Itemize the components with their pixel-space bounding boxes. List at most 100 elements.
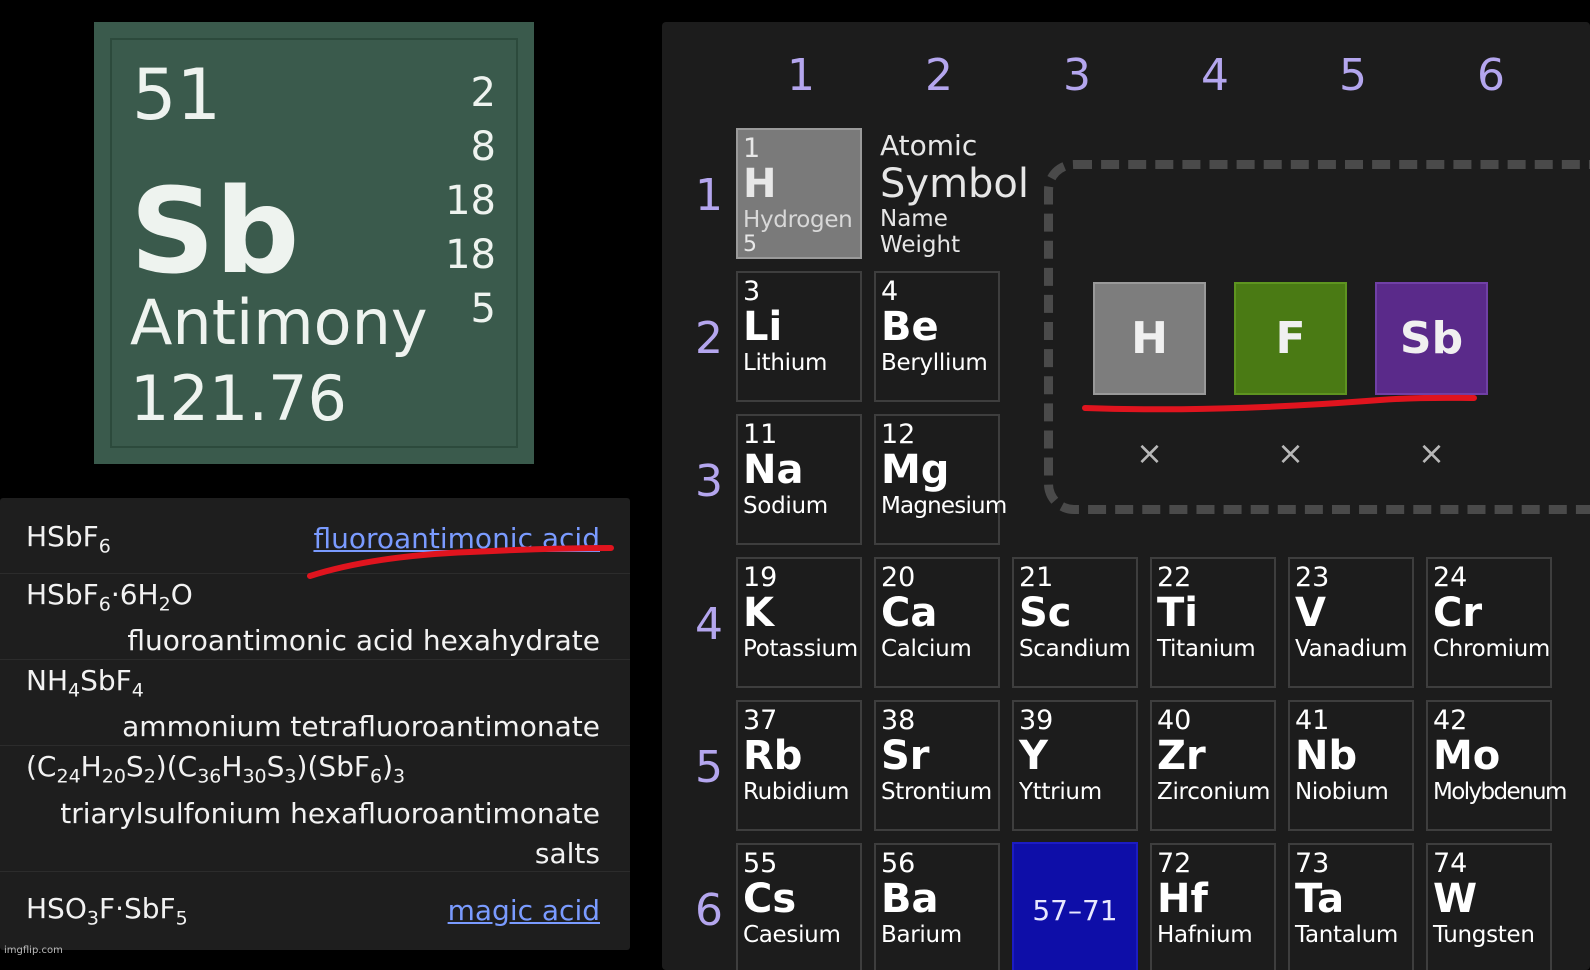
compound-row[interactable]: HSbF6·6H2O fluoroantimonic acid hexahydr… <box>0 574 630 660</box>
element-cell-be[interactable]: 4 Be Beryllium <box>874 271 1000 402</box>
cell-number: 42 <box>1433 705 1468 736</box>
cell-number: 41 <box>1295 705 1330 736</box>
remove-sb-button[interactable]: × <box>1375 434 1488 472</box>
cell-number: 55 <box>743 848 778 879</box>
cell-name: Titanium <box>1157 636 1256 662</box>
cell-number: 22 <box>1157 562 1192 593</box>
formula-text: S <box>266 750 285 783</box>
builder-tile-sb[interactable]: Sb <box>1375 282 1488 395</box>
element-cell-sr[interactable]: 38 Sr Strontium <box>874 700 1000 831</box>
formula-text: F·SbF <box>98 892 176 925</box>
element-cell-w[interactable]: 74 W Tungsten <box>1426 843 1552 970</box>
cell-symbol: Sc <box>1019 590 1072 636</box>
shell-count: 8 <box>470 124 496 170</box>
lanthanides-cell[interactable]: 57–71 <box>1012 842 1138 970</box>
cell-symbol: Ti <box>1157 590 1198 636</box>
cell-name: Hydrogen <box>743 207 853 233</box>
element-detail-card: 51 Sb Antimony 121.76 2 8 18 18 5 <box>94 22 534 464</box>
group-number: 6 <box>1477 50 1505 101</box>
compound-row[interactable]: NH4SbF4 ammonium tetrafluoroantimonate <box>0 660 630 746</box>
group-number: 5 <box>1339 50 1367 101</box>
cell-symbol: Li <box>743 304 783 350</box>
element-cell-mo[interactable]: 42 Mo Molybdenum <box>1426 700 1567 831</box>
element-cell-k[interactable]: 19 K Potassium <box>736 557 862 688</box>
cell-name: Beryllium <box>881 350 988 376</box>
element-cell-zr[interactable]: 40 Zr Zirconium <box>1150 700 1276 831</box>
compound-name-link[interactable]: magic acid <box>448 894 600 927</box>
period-number: 4 <box>695 599 723 650</box>
compound-row[interactable]: (C24H20S2)(C36H30S3)(SbF6)3 triarylsulfo… <box>0 746 630 872</box>
builder-tile-f[interactable]: F <box>1234 282 1347 395</box>
element-cell-cr[interactable]: 24 Cr Chromium <box>1426 557 1552 688</box>
cell-symbol: W <box>1433 876 1478 922</box>
group-number: 4 <box>1201 50 1229 101</box>
cell-symbol: Mo <box>1433 733 1501 779</box>
formula-text: O <box>170 578 193 611</box>
formula-text: S <box>125 750 144 783</box>
compound-name-line: salts <box>534 837 600 870</box>
element-cell-ta[interactable]: 73 Ta Tantalum <box>1288 843 1414 970</box>
formula-subscript: 3 <box>393 765 406 788</box>
element-cell-na[interactable]: 11 Na Sodium <box>736 414 862 545</box>
element-cell-nb[interactable]: 41 Nb Niobium <box>1288 700 1414 831</box>
element-cell-y[interactable]: 39 Y Yttrium <box>1012 700 1138 831</box>
compound-row[interactable]: HSO3F·SbF5 magic acid <box>0 872 630 948</box>
cell-number: 38 <box>881 705 916 736</box>
compound-name-line: triarylsulfonium hexafluoroantimonate <box>60 797 600 830</box>
formula-text: ·6H <box>110 578 159 611</box>
cell-symbol: Ba <box>881 876 939 922</box>
cell-symbol: H <box>743 161 777 207</box>
cell-number: 21 <box>1019 562 1054 593</box>
element-name: Antimony <box>130 286 428 359</box>
element-cell-v[interactable]: 23 V Vanadium <box>1288 557 1414 688</box>
cell-number: 72 <box>1157 848 1192 879</box>
remove-f-button[interactable]: × <box>1234 434 1347 472</box>
legend-number: Atomic <box>880 129 978 162</box>
cell-number: 24 <box>1433 562 1468 593</box>
cell-number: 19 <box>743 562 778 593</box>
formula-subscript: 3 <box>86 907 99 930</box>
element-cell-cs[interactable]: 55 Cs Caesium <box>736 843 862 970</box>
cell-legend: Atomic Symbol Name Weight <box>880 129 1029 259</box>
compound-formula: (C24H20S2)(C36H30S3)(SbF6)3 <box>26 750 405 788</box>
period-number: 3 <box>695 456 723 507</box>
compound-name-link[interactable]: fluoroantimonic acid <box>313 522 600 555</box>
cell-name: Zirconium <box>1157 779 1271 805</box>
element-cell-hf[interactable]: 72 Hf Hafnium <box>1150 843 1276 970</box>
element-cell-li[interactable]: 3 Li Lithium <box>736 271 862 402</box>
formula-text: )(C <box>155 750 198 783</box>
cell-number: 73 <box>1295 848 1330 879</box>
formula-text: H <box>221 750 243 783</box>
formula-text: HSbF <box>26 520 99 553</box>
lanthanides-label: 57–71 <box>1032 894 1118 927</box>
cell-number: 11 <box>743 419 778 450</box>
element-cell-ti[interactable]: 22 Ti Titanium <box>1150 557 1276 688</box>
cell-name: Hafnium <box>1157 922 1253 948</box>
cell-number: 20 <box>881 562 916 593</box>
cell-weight: 5 <box>743 232 757 257</box>
element-cell-mg[interactable]: 12 Mg Magnesium <box>874 414 1007 545</box>
formula-subscript: 6 <box>370 765 383 788</box>
remove-h-button[interactable]: × <box>1093 434 1206 472</box>
cell-name: Niobium <box>1295 779 1389 805</box>
element-cell-ca[interactable]: 20 Ca Calcium <box>874 557 1000 688</box>
cell-name: Yttrium <box>1019 779 1102 805</box>
builder-tile-h[interactable]: H <box>1093 282 1206 395</box>
electron-shells: 2 8 18 18 5 <box>445 66 496 336</box>
formula-subscript: 30 <box>242 765 267 788</box>
period-number: 6 <box>695 885 723 936</box>
period-number: 5 <box>695 742 723 793</box>
formula-subscript: 24 <box>56 765 81 788</box>
element-cell-ba[interactable]: 56 Ba Barium <box>874 843 1000 970</box>
element-cell-sc[interactable]: 21 Sc Scandium <box>1012 557 1138 688</box>
formula-subscript: 3 <box>284 765 297 788</box>
compounds-list: HSbF6 fluoroantimonic acid HSbF6·6H2O fl… <box>0 498 630 950</box>
compound-formula: NH4SbF4 <box>26 664 144 702</box>
formula-subscript: 2 <box>158 593 171 616</box>
cell-symbol: Na <box>743 447 804 493</box>
cell-name: Tantalum <box>1295 922 1398 948</box>
element-cell-h[interactable]: 1 H Hydrogen 5 <box>736 128 862 259</box>
element-cell-rb[interactable]: 37 Rb Rubidium <box>736 700 862 831</box>
cell-number: 23 <box>1295 562 1330 593</box>
compound-row[interactable]: HSbF6 fluoroantimonic acid <box>0 498 630 574</box>
